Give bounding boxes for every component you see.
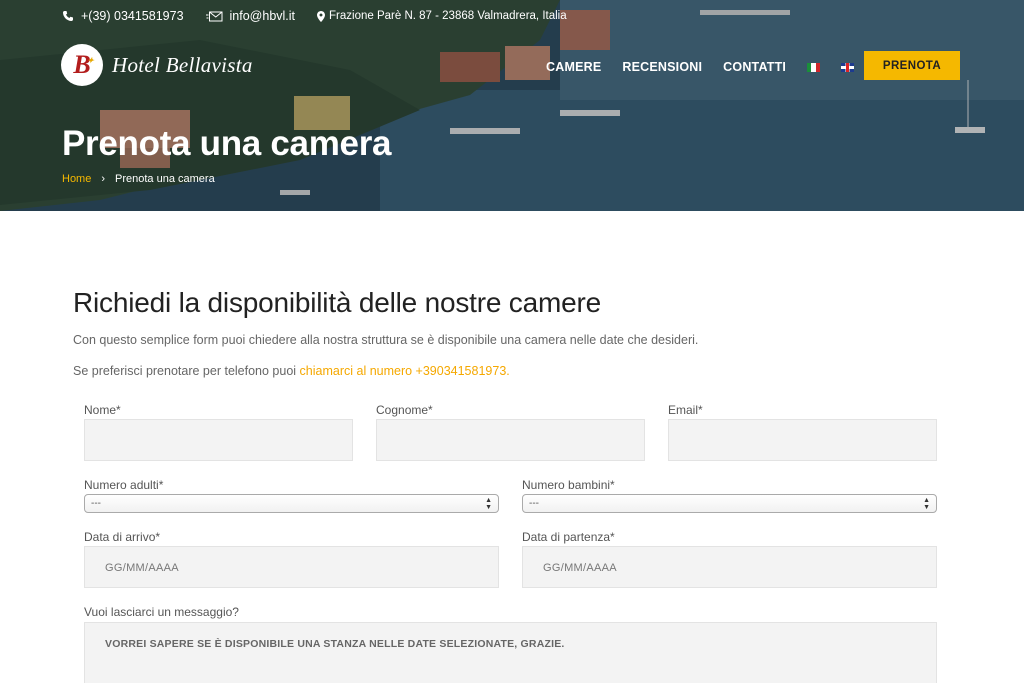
envelope-icon bbox=[205, 11, 223, 21]
adulti-selected-value: --- bbox=[91, 498, 101, 509]
phone-icon bbox=[63, 11, 73, 21]
breadcrumb-current: Prenota una camera bbox=[115, 173, 215, 185]
nav-item-recensioni[interactable]: RECENSIONI bbox=[622, 60, 702, 74]
phone-contact[interactable]: +(39) 0341581973 bbox=[62, 9, 184, 23]
it-flag-icon[interactable] bbox=[807, 62, 821, 72]
messaggio-textarea[interactable]: VORREI SAPERE SE È DISPONIBILE UNA STANZ… bbox=[84, 622, 937, 683]
hotel-name: Hotel Bellavista bbox=[112, 52, 253, 77]
hero-banner: +(39) 0341581973 info@hbvl.it Frazione P… bbox=[0, 0, 1024, 211]
select-arrows-icon: ▲ ▼ bbox=[485, 497, 492, 511]
nav-item-camere[interactable]: CAMERE bbox=[546, 60, 601, 74]
phone-note-prefix: Se preferisci prenotare per telefono puo… bbox=[73, 364, 300, 378]
address-contact: Frazione Parè N. 87 - 23868 Valmadrera, … bbox=[317, 10, 567, 22]
breadcrumb: Home › Prenota una camera bbox=[62, 173, 215, 185]
section-intro: Con questo semplice form puoi chiedere a… bbox=[73, 333, 699, 347]
messaggio-text: VORREI SAPERE SE È DISPONIBILE UNA STANZ… bbox=[105, 638, 565, 650]
nome-label: Nome* bbox=[84, 403, 121, 417]
partenza-date-input[interactable]: GG/MM/AAAA bbox=[522, 546, 937, 588]
bambini-label: Numero bambini* bbox=[522, 478, 615, 492]
arrivo-label: Data di arrivo* bbox=[84, 530, 161, 544]
breadcrumb-home-link[interactable]: Home bbox=[62, 173, 91, 185]
prenota-button[interactable]: PRENOTA bbox=[864, 51, 960, 80]
nav-item-contatti[interactable]: CONTATTI bbox=[723, 60, 786, 74]
page-title: Prenota una camera bbox=[62, 124, 392, 163]
breadcrumb-separator-icon: › bbox=[101, 173, 106, 185]
call-us-link[interactable]: chiamarci al numero +390341581973. bbox=[300, 364, 510, 378]
nome-input[interactable] bbox=[84, 419, 353, 461]
arrivo-placeholder: GG/MM/AAAA bbox=[105, 562, 179, 574]
phone-text: +(39) 0341581973 bbox=[81, 9, 184, 23]
adulti-select[interactable]: --- ▲ ▼ bbox=[84, 494, 499, 513]
messaggio-label: Vuoi lasciarci un messaggio? bbox=[84, 605, 239, 619]
phone-note: Se preferisci prenotare per telefono puo… bbox=[73, 364, 510, 378]
email-text: info@hbvl.it bbox=[229, 9, 296, 23]
arrivo-date-input[interactable]: GG/MM/AAAA bbox=[84, 546, 499, 588]
cognome-label: Cognome* bbox=[376, 403, 433, 417]
map-pin-icon bbox=[317, 10, 326, 22]
bambini-select[interactable]: --- ▲ ▼ bbox=[522, 494, 937, 513]
bambini-selected-value: --- bbox=[529, 498, 539, 509]
email-label: Email* bbox=[668, 403, 703, 417]
top-contact-bar: +(39) 0341581973 info@hbvl.it Frazione P… bbox=[62, 9, 589, 23]
select-arrows-icon: ▲ ▼ bbox=[923, 497, 930, 511]
cognome-input[interactable] bbox=[376, 419, 645, 461]
partenza-placeholder: GG/MM/AAAA bbox=[543, 562, 617, 574]
adulti-label: Numero adulti* bbox=[84, 478, 164, 492]
email-input[interactable] bbox=[668, 419, 937, 461]
email-contact[interactable]: info@hbvl.it bbox=[205, 9, 296, 23]
hotel-logo[interactable]: B ✦ Hotel Bellavista bbox=[61, 44, 253, 86]
en-flag-icon[interactable] bbox=[841, 62, 855, 72]
main-nav: CAMERE RECENSIONI CONTATTI bbox=[546, 60, 875, 74]
section-title: Richiedi la disponibilità delle nostre c… bbox=[73, 287, 601, 318]
partenza-label: Data di partenza* bbox=[522, 530, 615, 544]
booking-section: Richiedi la disponibilità delle nostre c… bbox=[0, 211, 1024, 683]
address-text: Frazione Parè N. 87 - 23868 Valmadrera, … bbox=[329, 10, 567, 22]
logo-letter: B bbox=[73, 50, 91, 79]
logo-badge-icon: B ✦ bbox=[61, 44, 103, 86]
